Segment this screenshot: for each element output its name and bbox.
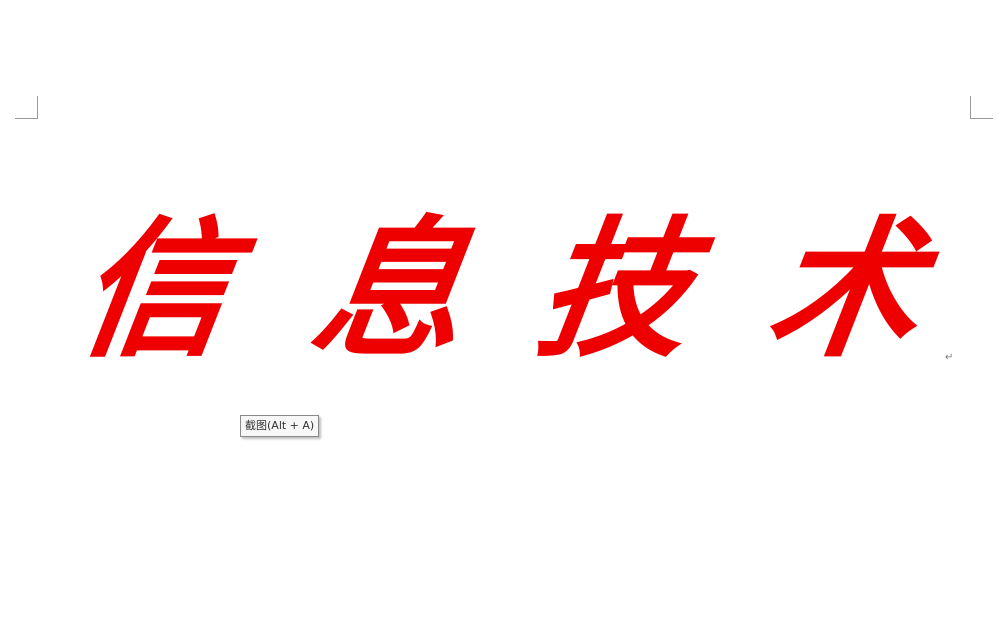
- margin-corner-top-right: [970, 96, 993, 119]
- title-char-4: 术: [757, 202, 933, 378]
- paragraph-mark-icon: ↵: [945, 352, 954, 363]
- screenshot-tooltip: 截图(Alt + A): [240, 415, 320, 437]
- calligraphy-title[interactable]: 信 息 技 术: [55, 185, 945, 395]
- title-char-3: 技: [527, 202, 703, 378]
- document-page: 信 息 技 术 ↵ 截图(Alt + A): [0, 0, 1002, 626]
- title-char-2: 息: [302, 202, 478, 378]
- margin-corner-top-left: [15, 96, 38, 119]
- title-char-1: 信: [67, 202, 243, 378]
